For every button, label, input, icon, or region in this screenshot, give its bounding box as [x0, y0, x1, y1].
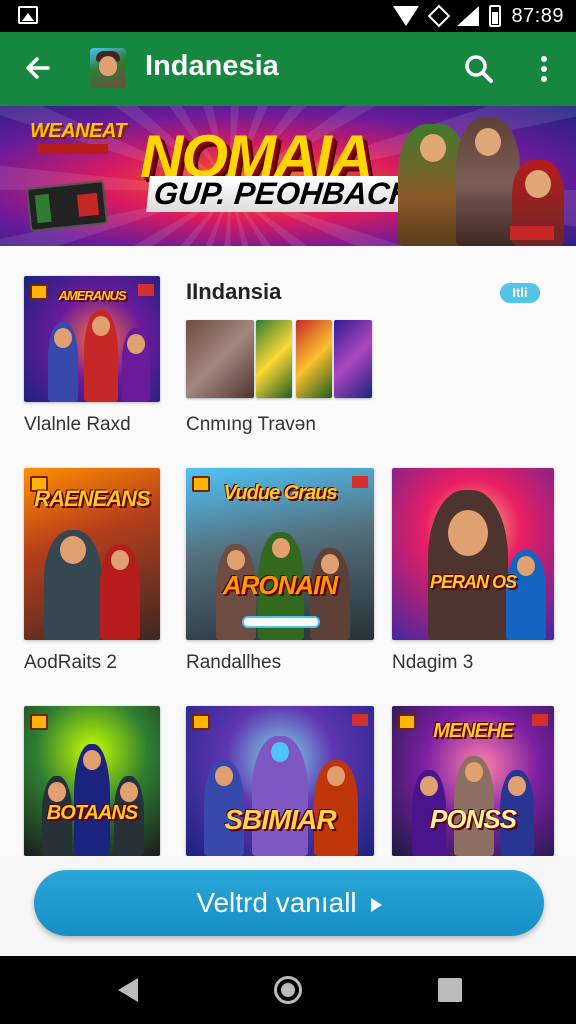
more-vert-icon: [541, 56, 547, 82]
nav-home-icon[interactable]: [274, 976, 302, 1004]
featured-caption: Vlalnle Raxd: [24, 414, 131, 435]
featured-chip[interactable]: Itli: [500, 283, 540, 303]
tile-title: MENEHE: [433, 720, 514, 742]
promo-banner[interactable]: WEANEAT NOMAIA GUP. PEOHBACHUMS: [0, 106, 576, 246]
screenshot-thumb[interactable]: [186, 320, 254, 398]
game-tile[interactable]: MENEHE PONSS: [392, 706, 554, 856]
cell-signal-icon: [457, 6, 480, 26]
wifi-icon: [393, 6, 420, 26]
banner-badge-ribbon: [38, 144, 108, 154]
tile-title: PERAN OS: [429, 572, 517, 592]
screen: 87:89 Indanesia WEANEAT NOMAIA GUP. PEOH…: [0, 0, 576, 1024]
cta-label: Veltrd vanıall: [196, 887, 357, 918]
tile-button[interactable]: [242, 616, 320, 628]
tile-title: BOTAANS: [46, 802, 138, 824]
primary-cta-button[interactable]: Veltrd vanıall: [34, 870, 544, 936]
screenshot-thumb[interactable]: [256, 320, 292, 398]
status-bar: 87:89: [0, 0, 576, 32]
banner-badge: WEANEAT: [30, 120, 127, 142]
device-illustration: [25, 180, 109, 232]
app-logo: [90, 48, 126, 88]
screenshot-thumb[interactable]: [296, 320, 332, 398]
back-arrow-icon: [26, 57, 50, 79]
game-tile[interactable]: PERAN OS: [392, 468, 554, 640]
battery-icon: [489, 5, 502, 27]
game-list: AMERANUS IIndansia Itli Vlalnle Raxd Cnm…: [0, 246, 576, 856]
game-tile[interactable]: SBIMIAR: [186, 706, 374, 856]
game-caption: Randallhes: [186, 652, 282, 673]
tile-subtitle: PONSS: [429, 804, 517, 834]
tile-title: Vudue Graus: [223, 482, 337, 504]
gallery-notification-icon: [18, 6, 38, 24]
back-button[interactable]: [20, 50, 56, 86]
data-saver-icon: [429, 7, 447, 25]
search-button[interactable]: [462, 52, 496, 86]
game-tile[interactable]: Vudue Graus ARONAIN: [186, 468, 374, 640]
app-bar: Indanesia: [0, 32, 576, 106]
nav-back-icon[interactable]: [118, 978, 138, 1002]
search-icon: [465, 55, 493, 83]
game-tile[interactable]: BOTAANS: [24, 706, 160, 856]
banner-heroes-art: [380, 106, 576, 246]
game-caption: Ndagim 3: [392, 652, 474, 673]
screenshot-thumb[interactable]: [334, 320, 372, 398]
tile-subtitle: ARONAIN: [222, 570, 338, 600]
featured-game-thumbnail[interactable]: AMERANUS: [24, 276, 160, 402]
nav-recents-icon[interactable]: [438, 978, 462, 1002]
featured-title: IIndansia: [186, 279, 282, 304]
featured-caption: Cnmıng Travən: [186, 414, 316, 435]
game-caption: AodRaits 2: [24, 652, 117, 673]
tile-title: RAENEANS: [34, 486, 150, 511]
banner-corner-tag: [510, 226, 554, 240]
play-arrow-icon: [370, 897, 382, 912]
status-time: 87:89: [511, 4, 564, 27]
page-title: Indanesia: [145, 50, 279, 82]
game-tile[interactable]: RAENEANS: [24, 468, 160, 640]
tile-title: AMERANUS: [58, 288, 126, 303]
more-options-button[interactable]: [532, 52, 556, 86]
bottom-action-area: Veltrd vanıall: [0, 856, 576, 956]
status-icons: 87:89: [393, 4, 564, 28]
system-nav-bar: [0, 956, 576, 1024]
game-logo-badge: [192, 714, 210, 730]
tile-title: SBIMIAR: [224, 804, 336, 835]
game-logo-badge: [30, 714, 48, 730]
